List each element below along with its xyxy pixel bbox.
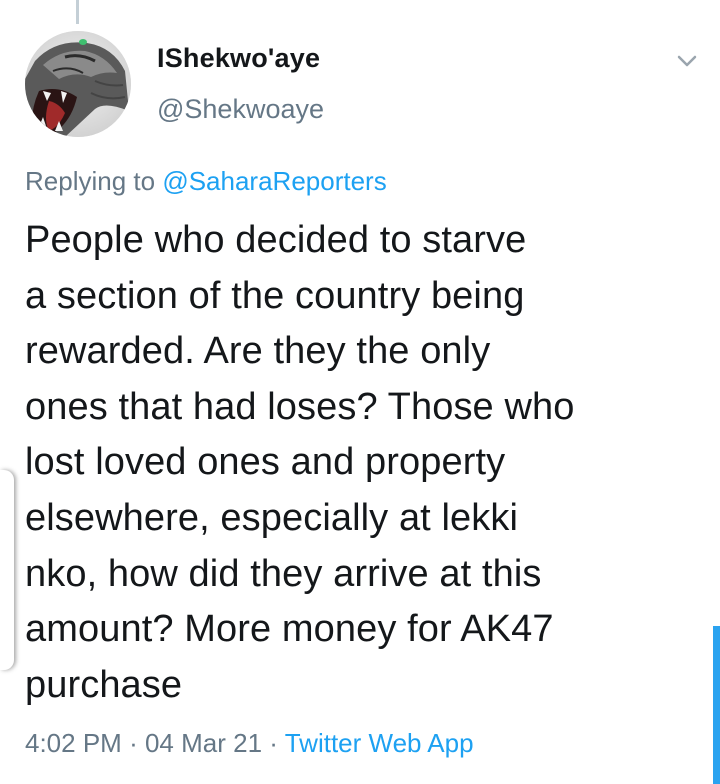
replying-to-line: Replying to @SaharaReporters xyxy=(25,166,387,197)
edge-panel-handle[interactable] xyxy=(0,470,14,670)
tweet-text: People who decided to starve a section o… xyxy=(25,219,575,706)
chevron-down-icon[interactable] xyxy=(672,48,702,74)
user-handle[interactable]: @Shekwoaye xyxy=(157,94,324,125)
avatar-image xyxy=(25,31,131,137)
tweet-source-link[interactable]: Twitter Web App xyxy=(285,728,474,758)
meta-separator: · xyxy=(269,728,278,758)
thread-connector-line xyxy=(76,0,79,24)
reply-mention-link[interactable]: @SaharaReporters xyxy=(162,166,386,196)
avatar[interactable] xyxy=(25,31,131,137)
meta-separator: · xyxy=(129,728,138,758)
tweet-metadata: 4:02 PM · 04 Mar 21 · Twitter Web App xyxy=(25,728,474,759)
scrollbar[interactable] xyxy=(713,626,720,784)
tweet-time[interactable]: 4:02 PM xyxy=(25,728,122,758)
tweet-date[interactable]: 04 Mar 21 xyxy=(145,728,262,758)
display-name[interactable]: IShekwo'aye xyxy=(157,43,320,74)
replying-to-label: Replying to xyxy=(25,166,156,196)
